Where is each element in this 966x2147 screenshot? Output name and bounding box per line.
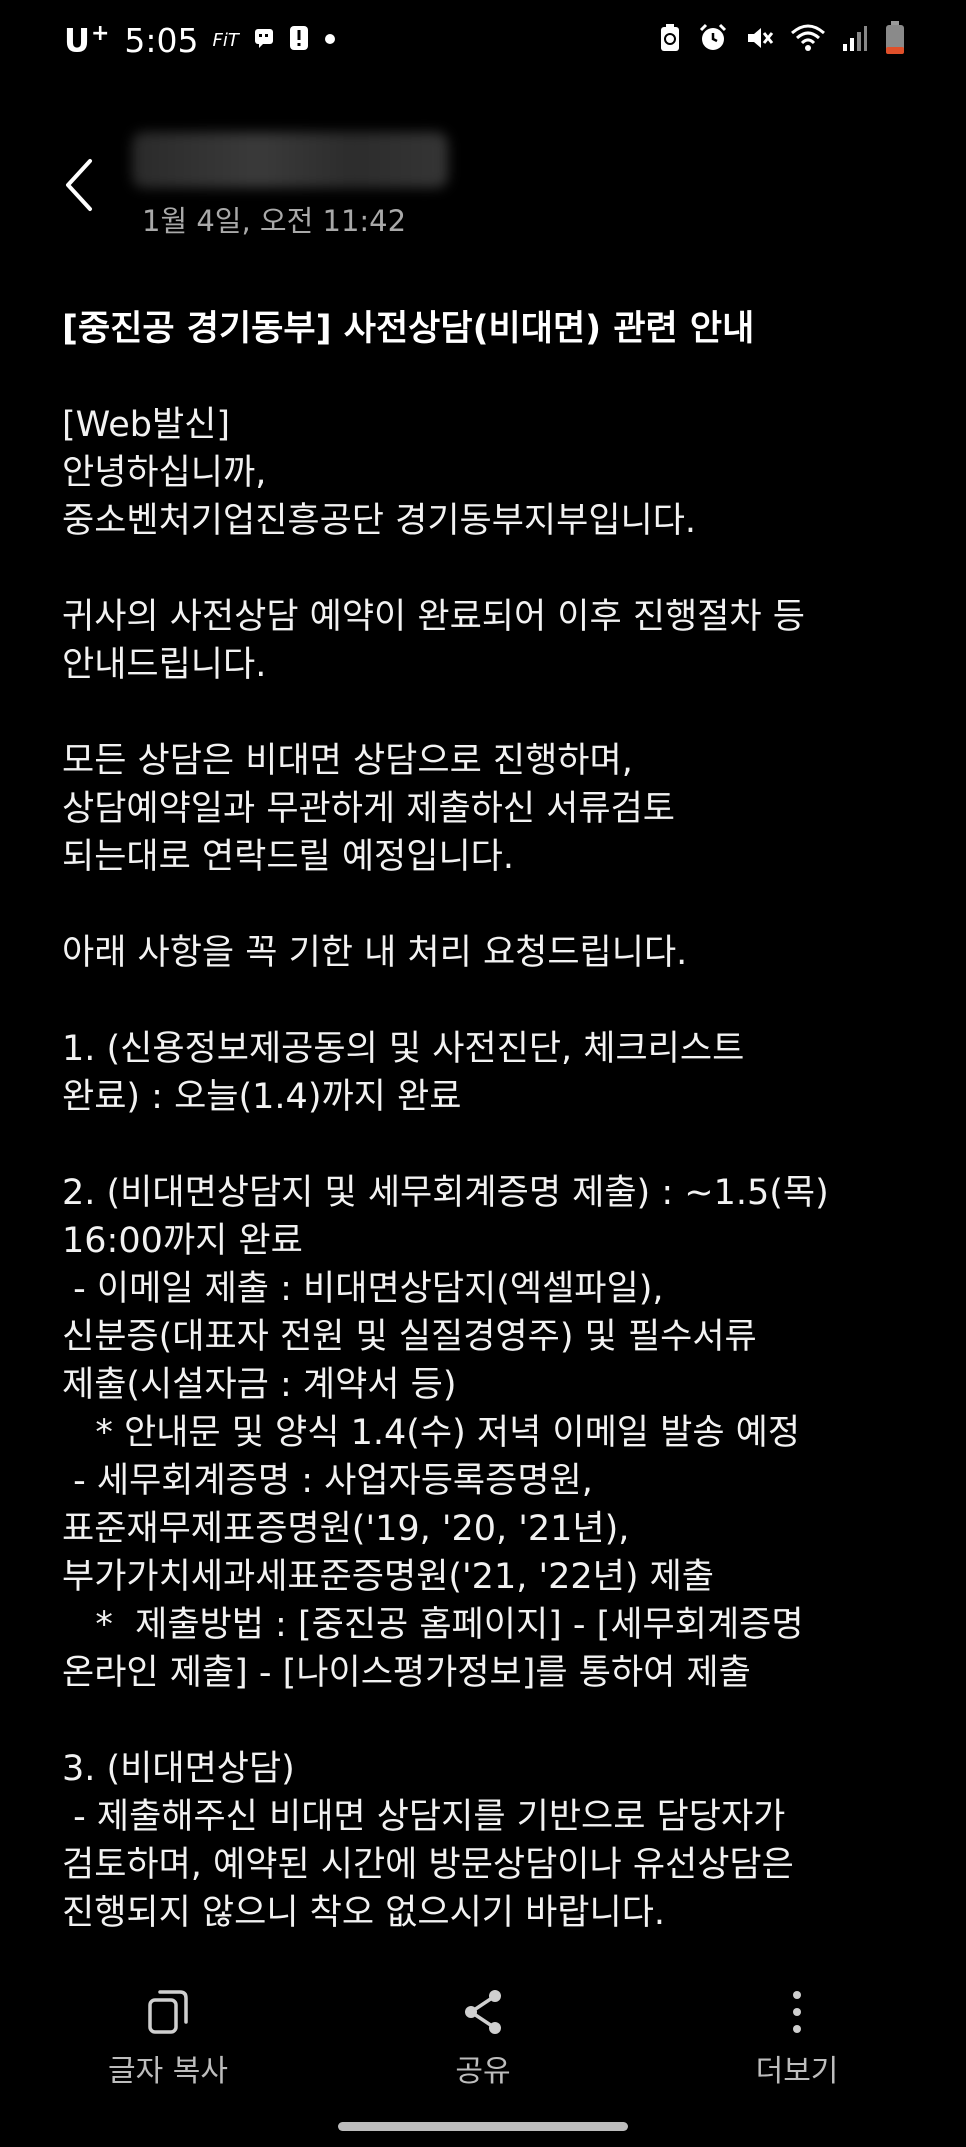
alert-icon [289, 25, 309, 55]
message-line: 완료) : 오늘(1.4)까지 완료 [62, 1077, 462, 1117]
share-icon [465, 1990, 501, 2034]
share-label: 공유 [455, 2054, 511, 2089]
message-line: - 이메일 제출 : 비대면상담지(엑셀파일), [62, 1269, 664, 1309]
mute-icon [744, 23, 774, 57]
message-date: 1월 4일, 오전 11:42 [142, 204, 407, 238]
fit-label: FiT [212, 29, 239, 51]
message-line: 귀사의 사전상담 예약이 완료되어 이후 진행절차 등 [62, 597, 805, 637]
message-line: 신분증(대표자 전원 및 실질경영주) 및 필수서류 [62, 1317, 757, 1357]
message-line: 모든 상담은 비대면 상담으로 진행하며, [62, 741, 633, 781]
status-bar-left: U+ 5:05 FiT [64, 16, 337, 64]
dot-icon [323, 31, 337, 50]
status-bar: U+ 5:05 FiT [0, 0, 966, 80]
message-line: 아래 사항을 꼭 기한 내 처리 요청드립니다. [62, 933, 688, 973]
status-bar-right [658, 20, 906, 60]
alarm-icon [698, 23, 728, 57]
copy-text-label: 글자 복사 [108, 2054, 228, 2089]
message-line: 부가가치세과세표준증명원('21, '22년) 제출 [62, 1557, 715, 1597]
bottom-action-bar: 글자 복사 공유 더보기 [0, 1960, 966, 2090]
message-line: 검토하며, 예약된 시간에 방문상담이나 유선상담은 [62, 1845, 794, 1885]
message-line: 안녕하십니까, [62, 453, 267, 493]
message-line: 안내드립니다. [62, 645, 267, 685]
copy-text-button[interactable]: 글자 복사 [68, 1988, 268, 2090]
message-line: - 세무회계증명 : 사업자등록증명원, [62, 1461, 593, 1501]
more-options-icon [793, 1991, 801, 2033]
message-line: 상담예약일과 무관하게 제출하신 서류검토 [62, 789, 675, 829]
clock: 5:05 [124, 20, 199, 60]
sender-name-blurred [132, 132, 448, 188]
message-line: 3. (비대면상담) [62, 1749, 295, 1789]
message-line: * 안내문 및 양식 1.4(수) 저녁 이메일 발송 예정 [62, 1413, 801, 1453]
message-body[interactable]: [중진공 경기동부] 사전상담(비대면) 관련 안내 [Web발신] 안녕하십니까,… [62, 305, 922, 1937]
share-button[interactable]: 공유 [383, 1988, 583, 2090]
message-line: 제출(시설자금 : 계약서 등) [62, 1365, 457, 1405]
message-line: 표준재무제표증명원('19, '20, '21년), [62, 1509, 630, 1549]
message-line: * 제출방법 : [중진공 홈페이지] - [세무회계증명 [62, 1605, 804, 1645]
wifi-icon [790, 23, 826, 57]
more-label: 더보기 [755, 2054, 839, 2089]
message-line: 진행되지 않으니 착오 없으시기 바랍니다. [62, 1893, 666, 1933]
home-indicator[interactable] [338, 2122, 628, 2131]
message-line: 중소벤처기업진흥공단 경기동부지부입니다. [62, 501, 697, 541]
message-line: [Web발신] [62, 405, 231, 445]
copy-icon [148, 1990, 188, 2034]
message-line: 1. (신용정보제공동의 및 사전진단, 체크리스트 [62, 1029, 745, 1069]
message-line: 2. (비대면상담지 및 세무회계증명 제출) : ~1.5(목) [62, 1173, 829, 1213]
signal-icon [842, 24, 868, 56]
message-icon [253, 27, 275, 53]
battery-saver-icon [658, 23, 682, 57]
message-line: 16:00까지 완료 [62, 1221, 303, 1261]
battery-icon [884, 21, 906, 59]
back-arrow-icon [66, 159, 92, 211]
message-line: 되는대로 연락드릴 예정입니다. [62, 837, 514, 877]
message-line: - 제출해주신 비대면 상담지를 기반으로 담당자가 [62, 1797, 786, 1837]
message-title: [중진공 경기동부] 사전상담(비대면) 관련 안내 [62, 309, 755, 349]
back-button[interactable] [56, 155, 106, 215]
carrier-label: U+ [64, 20, 111, 60]
more-button[interactable]: 더보기 [697, 1988, 897, 2090]
message-line: 온라인 제출] - [나이스평가정보]를 통하여 제출 [62, 1653, 751, 1693]
